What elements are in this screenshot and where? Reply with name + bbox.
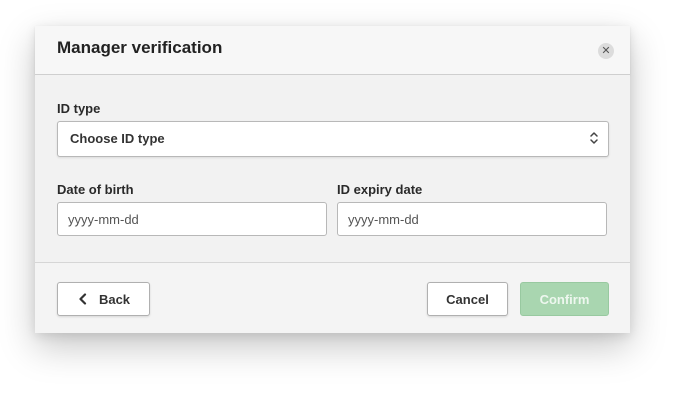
select-chevron-icon [590,132,598,144]
chevron-left-icon [79,293,87,305]
date-of-birth-label: Date of birth [57,182,134,197]
date-of-birth-input[interactable] [57,202,327,236]
cancel-button-label: Cancel [446,291,489,307]
back-button-label: Back [98,291,131,307]
dialog-body: ID type Choose ID type Date of birth ID … [35,75,630,263]
confirm-button-label: Confirm [539,291,590,307]
manager-verification-dialog: Manager verification ✕ ID type Choose ID… [35,26,630,333]
dialog-title: Manager verification [57,38,223,57]
id-type-selected-value: Choose ID type [70,131,165,146]
cancel-button[interactable]: Cancel [427,282,508,316]
back-button[interactable]: Back [57,282,150,316]
id-type-label: ID type [57,101,101,116]
dialog-header: Manager verification ✕ [35,26,630,75]
id-type-select[interactable]: Choose ID type [57,121,609,157]
confirm-button[interactable]: Confirm [520,282,609,316]
close-icon[interactable]: ✕ [598,43,614,59]
dialog-footer: Back Cancel Confirm [35,263,630,333]
id-expiry-date-input[interactable] [337,202,607,236]
id-expiry-date-label: ID expiry date [337,182,423,197]
